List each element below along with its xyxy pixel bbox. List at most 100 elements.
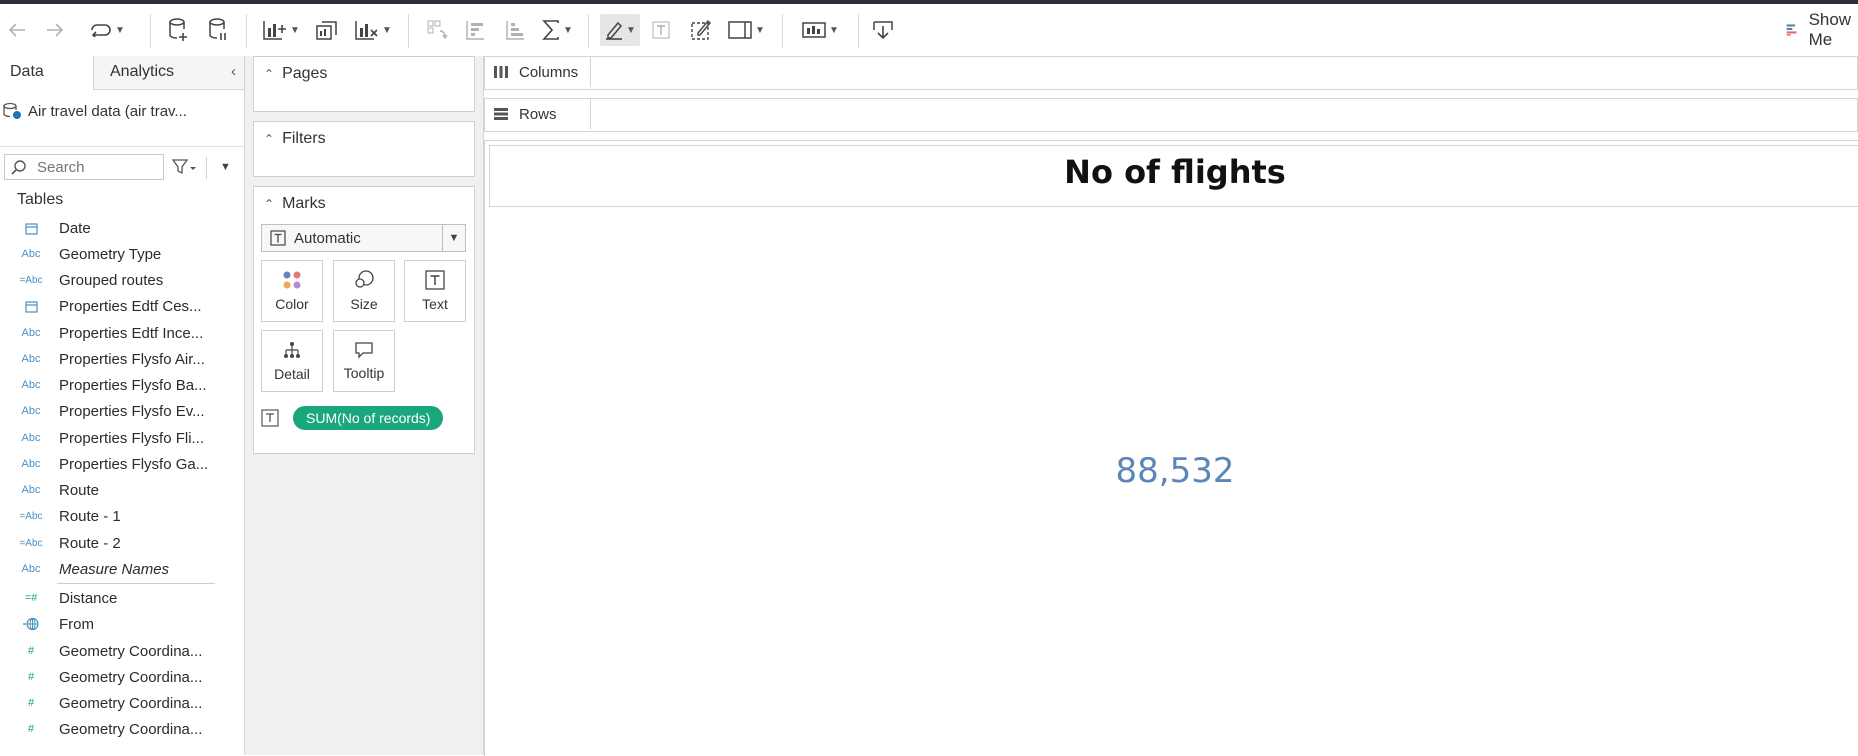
share-download-icon[interactable] [870, 14, 896, 46]
field-measure-names[interactable]: Abc Measure Names [0, 557, 244, 581]
replay-icon[interactable]: ▼ [82, 14, 132, 46]
field-properties-flysfo-ev[interactable]: Abc Properties Flysfo Ev... [0, 399, 244, 423]
tooltip-label: Tooltip [343, 365, 385, 381]
chevron-down-icon[interactable]: ▼ [115, 25, 125, 36]
pages-card[interactable]: ⌃ Pages [253, 56, 475, 112]
tab-data[interactable]: Data [0, 56, 94, 90]
field-properties-flysfo-air[interactable]: Abc Properties Flysfo Air... [0, 347, 244, 371]
field-geometry-coordinates-2[interactable]: # Geometry Coordina... [0, 665, 244, 689]
filters-label: Filters [282, 130, 326, 147]
field-geometry-type[interactable]: Abc Geometry Type [0, 242, 244, 266]
field-name: Route - 1 [59, 507, 121, 525]
field-date[interactable]: Date [0, 216, 244, 240]
sort-ascending-icon[interactable] [460, 14, 490, 46]
toolbar-divider [246, 14, 247, 48]
field-properties-flysfo-ga[interactable]: Abc Properties Flysfo Ga... [0, 452, 244, 476]
filters-card-header[interactable]: ⌃ Filters [264, 130, 326, 148]
view-canvas[interactable]: No of flights 88,532 [484, 140, 1858, 756]
string-type-icon: Abc [21, 248, 41, 260]
string-type-icon: Abc [21, 563, 41, 575]
columns-icon [494, 66, 508, 78]
text-label: Text [422, 296, 448, 312]
highlight-pen-icon[interactable]: ▼ [600, 14, 640, 46]
detail-tree-icon [284, 342, 300, 358]
mark-type-select[interactable]: Automatic ▼ [261, 224, 466, 252]
field-route[interactable]: Abc Route [0, 478, 244, 502]
field-properties-edtf-ince[interactable]: Abc Properties Edtf Ince... [0, 321, 244, 345]
toolbar: ▼ ▼ ▼ ▼ ▼ ▼ ▼ Show Me [0, 4, 1858, 57]
fit-view-icon[interactable]: ▼ [726, 14, 766, 46]
field-name: From [59, 615, 94, 633]
collapse-pane-icon[interactable]: ‹ [231, 63, 236, 80]
redo-icon[interactable] [42, 14, 68, 46]
field-geometry-coordinates-4[interactable]: # Geometry Coordina... [0, 717, 244, 741]
search-box[interactable] [4, 154, 164, 180]
mark-type-value: Automatic [294, 229, 361, 247]
collapse-caret-icon[interactable]: ⌃ [264, 132, 274, 146]
search-input[interactable] [35, 157, 149, 177]
filters-card[interactable]: ⌃ Filters [253, 121, 475, 177]
chevron-down-icon[interactable]: ▼ [382, 25, 392, 36]
collapse-caret-icon[interactable]: ⌃ [264, 197, 274, 211]
big-number-value[interactable]: 88,532 [485, 451, 1858, 491]
field-properties-flysfo-ba[interactable]: Abc Properties Flysfo Ba... [0, 373, 244, 397]
rows-shelf[interactable]: Rows [484, 98, 1858, 132]
filter-fields-icon[interactable] [171, 159, 198, 180]
calculated-string-icon: =Abc [19, 537, 43, 549]
chevron-down-icon[interactable]: ▼ [290, 25, 300, 36]
field-distance[interactable]: =# Distance [0, 586, 244, 610]
more-options-icon[interactable]: ▼ [220, 161, 231, 173]
text-button[interactable]: Text [404, 260, 466, 322]
search-row: ▼ [0, 146, 244, 187]
text-encoding-row: SUM(No of records) [261, 405, 466, 431]
datasource-item[interactable]: Air travel data (air trav... [0, 96, 244, 126]
toolbar-divider [858, 14, 859, 48]
show-me-button[interactable]: Show Me [1786, 10, 1858, 49]
field-route-2[interactable]: =Abc Route - 2 [0, 531, 244, 555]
toolbar-divider [408, 14, 409, 48]
format-workbook-icon[interactable] [688, 14, 714, 46]
collapse-caret-icon[interactable]: ⌃ [264, 67, 274, 81]
detail-button[interactable]: Detail [261, 330, 323, 392]
datasource-name: Air travel data (air trav... [28, 102, 187, 120]
presentation-mode-icon[interactable]: ▼ [798, 14, 842, 46]
pause-updates-icon[interactable] [205, 14, 231, 46]
sort-descending-icon[interactable] [500, 14, 530, 46]
field-geometry-coordinates-3[interactable]: # Geometry Coordina... [0, 691, 244, 715]
chevron-down-icon[interactable]: ▼ [755, 25, 765, 36]
undo-icon[interactable] [4, 14, 30, 46]
marks-card-header[interactable]: ⌃ Marks [264, 195, 326, 213]
toolbar-divider [782, 14, 783, 48]
columns-shelf[interactable]: Columns [484, 56, 1858, 90]
swap-rows-columns-icon[interactable] [422, 14, 452, 46]
field-route-1[interactable]: =Abc Route - 1 [0, 504, 244, 528]
chevron-down-icon[interactable]: ▼ [442, 225, 465, 251]
size-button[interactable]: Size [333, 260, 395, 322]
chevron-down-icon[interactable]: ▼ [563, 25, 573, 36]
data-pane-tabs: Data Analytics ‹ [0, 56, 244, 90]
tab-analytics[interactable]: Analytics [110, 56, 174, 89]
field-from[interactable]: From [0, 612, 244, 636]
color-button[interactable]: Color [261, 260, 323, 322]
show-me-icon [1786, 24, 1797, 36]
chevron-down-icon[interactable]: ▼ [829, 25, 839, 36]
field-properties-edtf-ces[interactable]: Properties Edtf Ces... [0, 294, 244, 318]
field-name: Properties Flysfo Ga... [59, 455, 209, 473]
tooltip-button[interactable]: Tooltip [333, 330, 395, 392]
field-name: Properties Flysfo Air... [59, 350, 205, 368]
field-geometry-coordinates-1[interactable]: # Geometry Coordina... [0, 639, 244, 663]
pages-card-header[interactable]: ⌃ Pages [264, 65, 327, 83]
field-name: Measure Names [59, 560, 170, 578]
field-properties-flysfo-fli[interactable]: Abc Properties Flysfo Fli... [0, 426, 244, 450]
new-worksheet-icon[interactable]: ▼ [260, 14, 302, 46]
show-mark-labels-icon[interactable] [648, 14, 674, 46]
new-data-source-icon[interactable] [165, 14, 191, 46]
measure-pill[interactable]: SUM(No of records) [293, 406, 444, 430]
chevron-down-icon[interactable]: ▼ [626, 25, 636, 36]
totals-sigma-icon[interactable]: ▼ [540, 14, 574, 46]
clear-sheet-icon[interactable]: ▼ [352, 14, 394, 46]
duplicate-sheet-icon[interactable] [312, 14, 342, 46]
field-name: Geometry Coordina... [59, 694, 203, 712]
calculated-string-icon: =Abc [19, 510, 43, 522]
field-grouped-routes[interactable]: =Abc Grouped routes [0, 268, 244, 292]
